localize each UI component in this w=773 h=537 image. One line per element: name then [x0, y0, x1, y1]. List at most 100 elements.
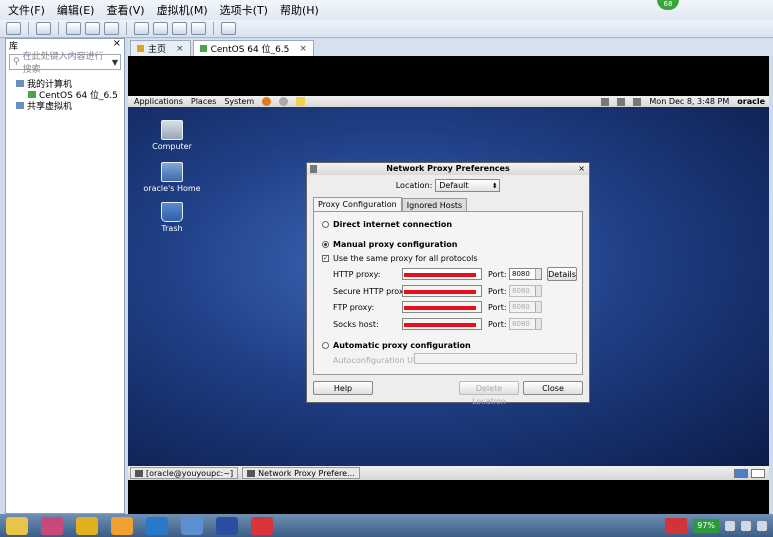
stretch-icon[interactable] [221, 22, 236, 35]
help-button[interactable]: Help [313, 381, 373, 395]
port-value: 8080 [512, 320, 530, 328]
explorer-icon[interactable] [6, 516, 28, 535]
close-icon[interactable]: × [578, 163, 585, 175]
desktop-icon-label: Computer [152, 142, 192, 151]
redaction-mark [404, 273, 476, 277]
secure-proxy-label: Secure HTTP proxy: [333, 287, 411, 296]
gnome-bottom-panel: [oracle@youyoupc:~] Network Proxy Prefer… [128, 466, 769, 480]
app-icon[interactable] [41, 516, 63, 535]
option-label: Automatic proxy configuration [333, 341, 471, 350]
dialog-titlebar[interactable]: Network Proxy Preferences × [307, 163, 589, 175]
same-proxy-checkbox[interactable]: ✓ [322, 255, 329, 262]
chevron-down-icon[interactable]: ▼ [110, 58, 120, 67]
menu-system[interactable]: System [224, 97, 254, 106]
direct-connection-option[interactable]: Direct internet connection [322, 220, 452, 229]
flag-icon[interactable] [757, 520, 767, 531]
tab-label: CentOS 64 位_6.5 [210, 45, 290, 55]
port-label: Port: [488, 270, 507, 279]
menu-file[interactable]: 文件(F) [8, 2, 45, 18]
menu-edit[interactable]: 编辑(E) [57, 2, 95, 18]
panel-tray: Mon Dec 8, 3:48 PM oracle [601, 97, 769, 106]
spinner-icon[interactable] [535, 269, 541, 279]
workspace-2[interactable] [751, 468, 765, 478]
direct-radio[interactable] [322, 221, 329, 228]
tray-app-icon[interactable] [665, 517, 688, 534]
power-icon[interactable] [6, 22, 21, 35]
send-keys-icon[interactable] [36, 22, 51, 35]
task-label: Network Proxy Prefere... [258, 468, 355, 478]
app-icon[interactable] [181, 516, 203, 535]
http-port-input[interactable]: 8080 [509, 268, 542, 280]
battery-indicator[interactable]: 97% [693, 518, 719, 533]
desktop-icon-computer[interactable]: Computer [142, 120, 202, 151]
word-icon[interactable] [216, 516, 238, 535]
desktop-icon-trash[interactable]: Trash [142, 202, 202, 233]
menu-view[interactable]: 查看(V) [106, 2, 144, 18]
close-icon[interactable]: × [113, 38, 121, 49]
snapshot-icon[interactable] [66, 22, 81, 35]
desktop-icon-home[interactable]: oracle's Home [142, 162, 202, 193]
spinner-icon [535, 286, 541, 296]
network-icon[interactable] [633, 97, 642, 106]
task-terminal[interactable]: [oracle@youyoupc:~] [130, 467, 239, 479]
close-icon[interactable]: × [176, 44, 184, 54]
user-menu[interactable]: oracle [737, 97, 765, 106]
app-icon[interactable] [76, 516, 98, 535]
tree-item-shared-vms[interactable]: 共享虚拟机 [10, 100, 120, 112]
menu-help[interactable]: 帮助(H) [280, 2, 319, 18]
app-icon[interactable] [111, 516, 133, 535]
tab-home[interactable]: 主页 × [130, 40, 191, 56]
proxy-config-panel: Direct internet connection Manual proxy … [313, 211, 583, 375]
vm-icon [199, 45, 207, 52]
tab-proxy-configuration[interactable]: Proxy Configuration [313, 197, 402, 211]
workspace-1[interactable] [734, 468, 748, 478]
auto-proxy-option[interactable]: Automatic proxy configuration [322, 341, 471, 350]
vm-tabs: 主页 × CentOS 64 位_6.5 × [128, 39, 773, 56]
details-button[interactable]: Details [547, 267, 577, 281]
menu-places[interactable]: Places [191, 97, 216, 106]
show-hidden-icon[interactable] [741, 520, 751, 531]
volume-icon[interactable] [601, 97, 610, 106]
snapshot-manager-icon[interactable] [104, 22, 119, 35]
delete-location-button: Delete Location [459, 381, 519, 406]
internet-explorer-icon[interactable] [146, 516, 168, 535]
trash-icon [161, 202, 183, 222]
clock[interactable]: Mon Dec 8, 3:48 PM [649, 97, 729, 106]
http-proxy-input[interactable] [402, 268, 482, 280]
tab-centos[interactable]: CentOS 64 位_6.5 × [192, 40, 314, 56]
fullscreen-icon[interactable] [172, 22, 187, 35]
library-search-input[interactable]: ⚲ 在此处键入内容进行搜索 ▼ [9, 52, 121, 75]
bluetooth-icon[interactable] [617, 97, 626, 106]
menu-tabs[interactable]: 选项卡(T) [220, 2, 268, 18]
computer-icon [16, 80, 24, 87]
chevron-updown-icon: ⬍ [491, 181, 498, 190]
revert-snapshot-icon[interactable] [85, 22, 100, 35]
same-proxy-option[interactable]: ✓ Use the same proxy for all protocols [322, 254, 478, 263]
library-view-icon[interactable] [134, 22, 149, 35]
unity-icon[interactable] [191, 22, 206, 35]
menu-applications[interactable]: Applications [134, 97, 183, 106]
socks-host-input [402, 318, 482, 330]
close-icon[interactable]: × [299, 44, 307, 54]
close-button[interactable]: Close [523, 381, 583, 395]
shared-vm-icon [16, 102, 24, 109]
tree-item-label: 共享虚拟机 [27, 102, 73, 112]
vmware-icon[interactable] [251, 516, 273, 535]
manual-radio[interactable] [322, 241, 329, 248]
tab-ignored-hosts[interactable]: Ignored Hosts [401, 198, 468, 211]
console-view-icon[interactable] [153, 22, 168, 35]
window-icon [310, 165, 317, 173]
network-icon[interactable] [725, 520, 735, 531]
port-value: 8080 [512, 303, 530, 311]
task-proxy-prefs[interactable]: Network Proxy Prefere... [242, 467, 360, 479]
manual-proxy-option[interactable]: Manual proxy configuration [322, 240, 457, 249]
workspace-switcher [734, 468, 769, 478]
notes-icon[interactable] [296, 97, 306, 106]
mail-icon[interactable] [279, 97, 289, 106]
auto-radio[interactable] [322, 342, 329, 349]
menu-vm[interactable]: 虚拟机(M) [157, 2, 208, 18]
location-select[interactable]: Default ⬍ [435, 179, 501, 192]
option-label: Direct internet connection [333, 220, 453, 229]
firefox-icon[interactable] [262, 97, 272, 106]
system-tray: 97% [665, 517, 773, 534]
